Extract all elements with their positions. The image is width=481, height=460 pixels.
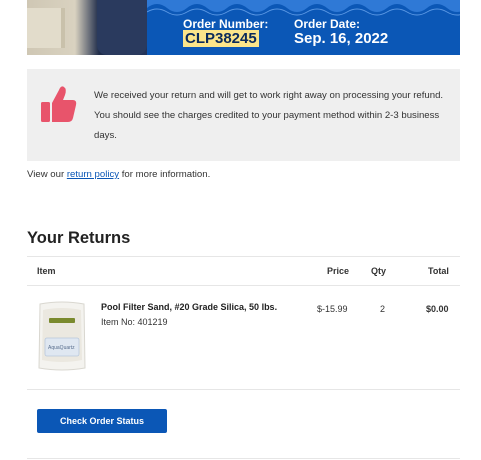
product-sku: Item No: 401219 xyxy=(101,317,168,327)
svg-text:AquaQuartz: AquaQuartz xyxy=(48,345,75,351)
return-notice: We received your return and will get to … xyxy=(27,69,460,161)
product-total: $0.00 xyxy=(426,304,449,314)
table-row: AquaQuartz Pool Filter Sand, #20 Grade S… xyxy=(27,285,460,390)
product-name: Pool Filter Sand, #20 Grade Silica, 50 l… xyxy=(101,302,278,312)
return-policy-link[interactable]: return policy xyxy=(67,169,119,180)
column-total: Total xyxy=(428,266,449,276)
check-order-status-button[interactable]: Check Order Status xyxy=(37,409,167,433)
returns-heading: Your Returns xyxy=(27,229,131,247)
order-date-label: Order Date: xyxy=(294,17,361,31)
notice-text: We received your return and will get to … xyxy=(94,90,444,141)
wave-decoration xyxy=(147,0,460,16)
column-qty: Qty xyxy=(371,266,387,276)
column-item: Item xyxy=(37,266,56,276)
product-qty: 2 xyxy=(380,304,386,314)
header-photo xyxy=(27,0,147,55)
product-image: AquaQuartz xyxy=(38,301,86,371)
order-header-banner: Order Number: CLP38245 Order Date: Sep. … xyxy=(27,0,460,55)
column-price: Price xyxy=(327,266,350,276)
product-price: $-15.99 xyxy=(317,304,348,314)
returns-table-header: Item Price Qty Total xyxy=(27,256,460,286)
return-policy-line: View our return policy for more informat… xyxy=(27,169,211,180)
thumbs-up-icon xyxy=(41,86,77,122)
order-number-label: Order Number: xyxy=(183,17,269,31)
divider xyxy=(27,458,460,459)
order-number-value: CLP38245 xyxy=(183,30,259,47)
order-date-value: Sep. 16, 2022 xyxy=(294,30,389,47)
